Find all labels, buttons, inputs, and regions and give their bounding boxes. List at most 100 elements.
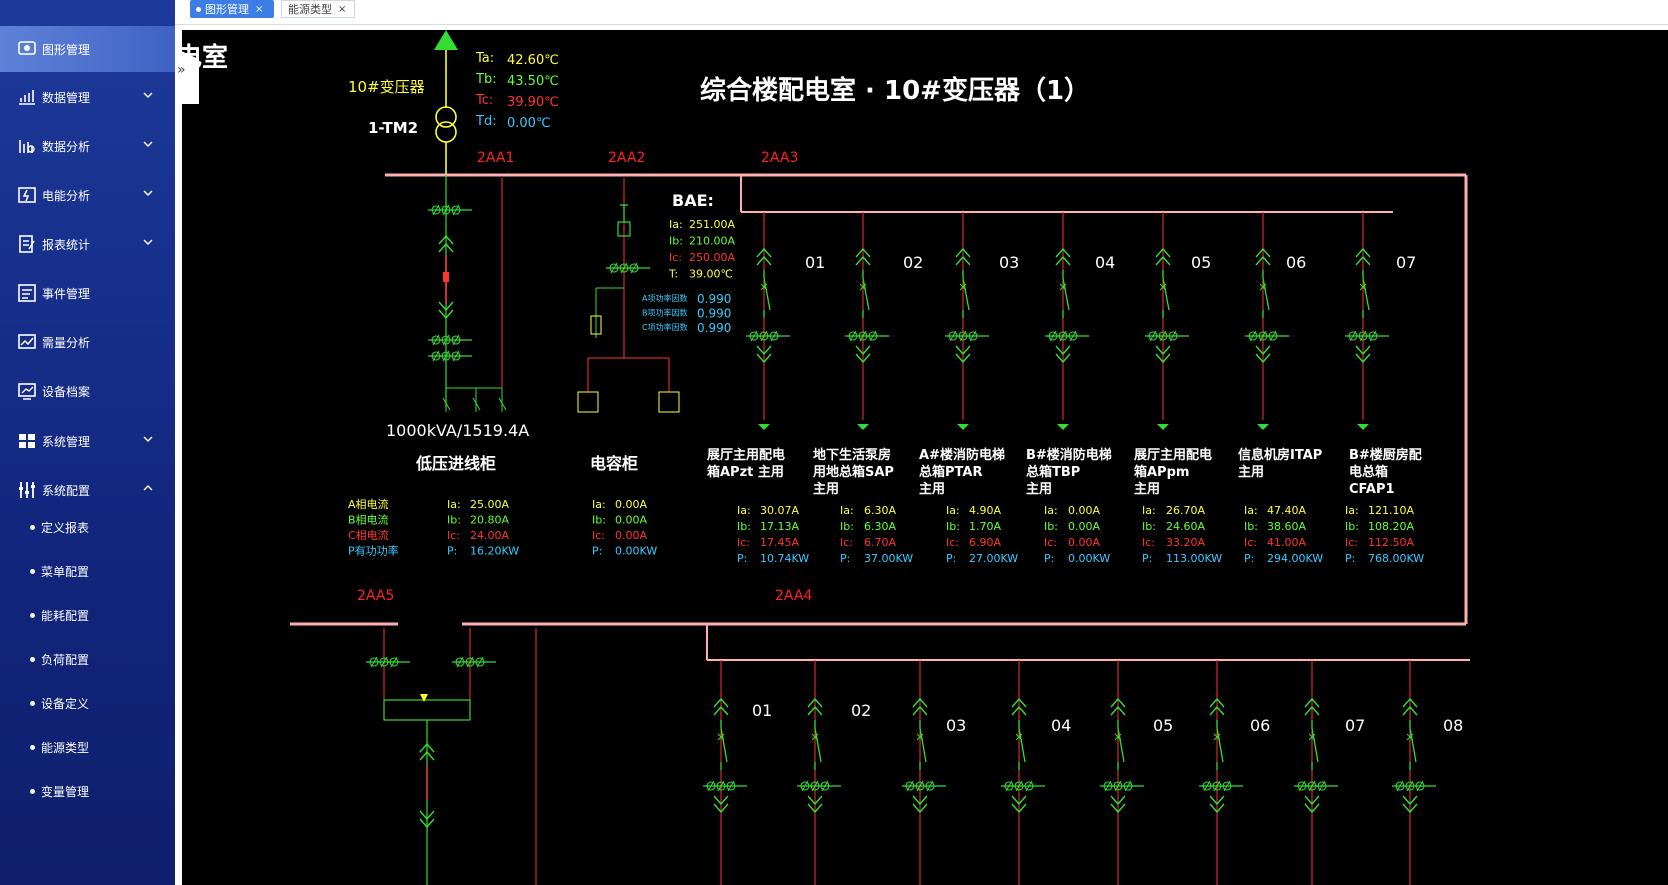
feeder-value: 6.30A [864,520,896,533]
bus-label-2AA1: 2AA1 [477,150,514,166]
bae-pf-label: B项功率因数 [642,308,688,318]
sidebar-item-0[interactable]: 图形管理 [0,26,175,72]
sidebar-item-3[interactable]: 电能分析 [0,172,175,218]
bae-pf-label: C项功率因数 [642,322,688,332]
sidebar-subitem-1[interactable]: 菜单配置 [0,551,175,591]
sidebar-subitem-5[interactable]: 能源类型 [0,727,175,767]
sidebar-item-label: 数据分析 [42,139,91,154]
tab-graphics-management[interactable]: 图形管理 × [190,0,274,18]
incomer-breaker-icon [443,272,449,282]
sidebar-item-6[interactable]: 需量分析 [0,319,175,365]
bus-label-2AA2: 2AA2 [608,150,645,166]
feeder-key: Ic: [840,536,853,549]
sidebar-subitem-label: 负荷配置 [41,652,90,667]
sidebar-subitem-0[interactable]: 定义报表 [0,507,175,547]
current-transformer-icon [746,330,790,342]
sidebar-subitem-2[interactable]: 能耗配置 [0,595,175,635]
feeder-name: 展厅主用配电 [1134,447,1212,463]
current-transformer-icon [1100,780,1144,792]
feeder-key: Ia: [1345,504,1359,517]
close-icon[interactable]: × [255,4,263,15]
capacitor-value: 0.00A [615,514,647,527]
feeder-value: 0.00A [1068,536,1100,549]
feeder-number: 05 [1153,716,1173,735]
bae-key: Ic: [669,251,682,264]
sidebar-item-8[interactable]: 系统管理 [0,418,175,464]
bae-pf-label: A项功率因数 [642,293,687,303]
display-icon [18,41,36,55]
feeder-value: 0.00A [1068,520,1100,533]
incoming-value: 20.80A [470,514,509,527]
feeder-name: 地下生活泵房 [813,447,891,463]
feeder-number: 03 [946,716,966,735]
breaker-icon [1159,270,1170,318]
breaker-blade [1409,727,1417,763]
feeder-key: Ib: [1044,520,1058,533]
sidebar-item-7[interactable]: 设备档案 [0,368,175,414]
bae-key: Ia: [669,218,683,231]
feeder-key: Ib: [946,520,960,533]
incoming-phase-label: A相电流 [348,497,389,511]
demand-icon [18,334,36,349]
capacitor-value: 0.00A [615,498,647,511]
temperature-label: Ta: [475,51,494,66]
bus-label-2AA3: 2AA3 [761,150,798,166]
sliders-icon [19,482,35,498]
breaker-icon [959,270,970,318]
feeder-key: Ib: [840,520,854,533]
temperature-value: 39.90℃ [507,95,559,110]
arrow-down-icon [857,424,869,430]
breaker-icon [916,720,927,770]
bae-value: 250.00A [689,251,735,264]
sidebar-subitem-3[interactable]: 负荷配置 [0,639,175,679]
sidebar-item-1[interactable]: 数据管理 [0,74,175,120]
sidebar-subitem-label: 能耗配置 [41,608,90,623]
breaker-blade [919,727,927,763]
capacitor-key: P: [592,545,602,558]
sidebar-subitem-label: 定义报表 [41,520,90,535]
sidebar-item-2[interactable]: 数据分析 [0,123,175,169]
capacitor-key: Ic: [592,529,605,542]
temperature-label: Td: [475,114,497,129]
capacitor-cabinet-name: 电容柜 [590,454,638,473]
sidebar-item-label: 图形管理 [42,42,91,57]
energy-icon [18,187,36,203]
feeder-key: Ib: [737,520,751,533]
breaker-blade [763,277,771,311]
current-transformer-icon [1294,780,1338,792]
sidebar-item-label: 数据管理 [42,90,91,105]
arrow-down-icon [1357,424,1369,430]
feeder-value: 47.40A [1267,504,1306,517]
feeder-name: 箱APpm [1134,464,1189,480]
feeder-key: P: [1142,552,1152,565]
double-chevron-right-icon: » [177,62,186,78]
temperature-label: Tb: [475,72,497,87]
feeder-key: Ib: [1244,520,1258,533]
tab-dot-icon [196,6,201,12]
feeder-value: 294.00KW [1267,552,1323,565]
close-icon[interactable]: × [338,4,346,15]
feeder-name: 主用 [1238,464,1264,480]
feeder-value: 6.30A [864,504,896,517]
current-transformer-icon [902,780,946,792]
sidebar-item-4[interactable]: 报表统计 [0,221,175,267]
incoming-phase-label: C相电流 [348,528,389,542]
sidebar-item-5[interactable]: 事件管理 [0,270,175,316]
current-transformer-icon [606,262,650,274]
feeder-value: 33.20A [1166,536,1205,549]
breaker-blade [1117,727,1125,763]
feeder-key: P: [840,552,850,565]
feeder-name: B#楼厨房配 [1349,447,1422,463]
breaker-blade [1216,727,1224,763]
incoming-value: 24.00A [470,529,509,542]
feeder-value: 113.00KW [1166,552,1222,565]
bae-value: 39.00℃ [689,268,733,281]
sidebar-subitem-label: 菜单配置 [41,564,90,579]
sidebar-subitem-label: 能源类型 [41,740,90,755]
sidebar-subitem-4[interactable]: 设备定义 [0,683,175,723]
sidebar-subitem-6[interactable]: 变量管理 [0,771,175,811]
tab-energy-type[interactable]: 能源类型 × [281,0,355,18]
feeder-value: 24.60A [1166,520,1205,533]
temperature-value: 43.50℃ [507,74,559,89]
feeder-name: 主用 [919,481,945,497]
